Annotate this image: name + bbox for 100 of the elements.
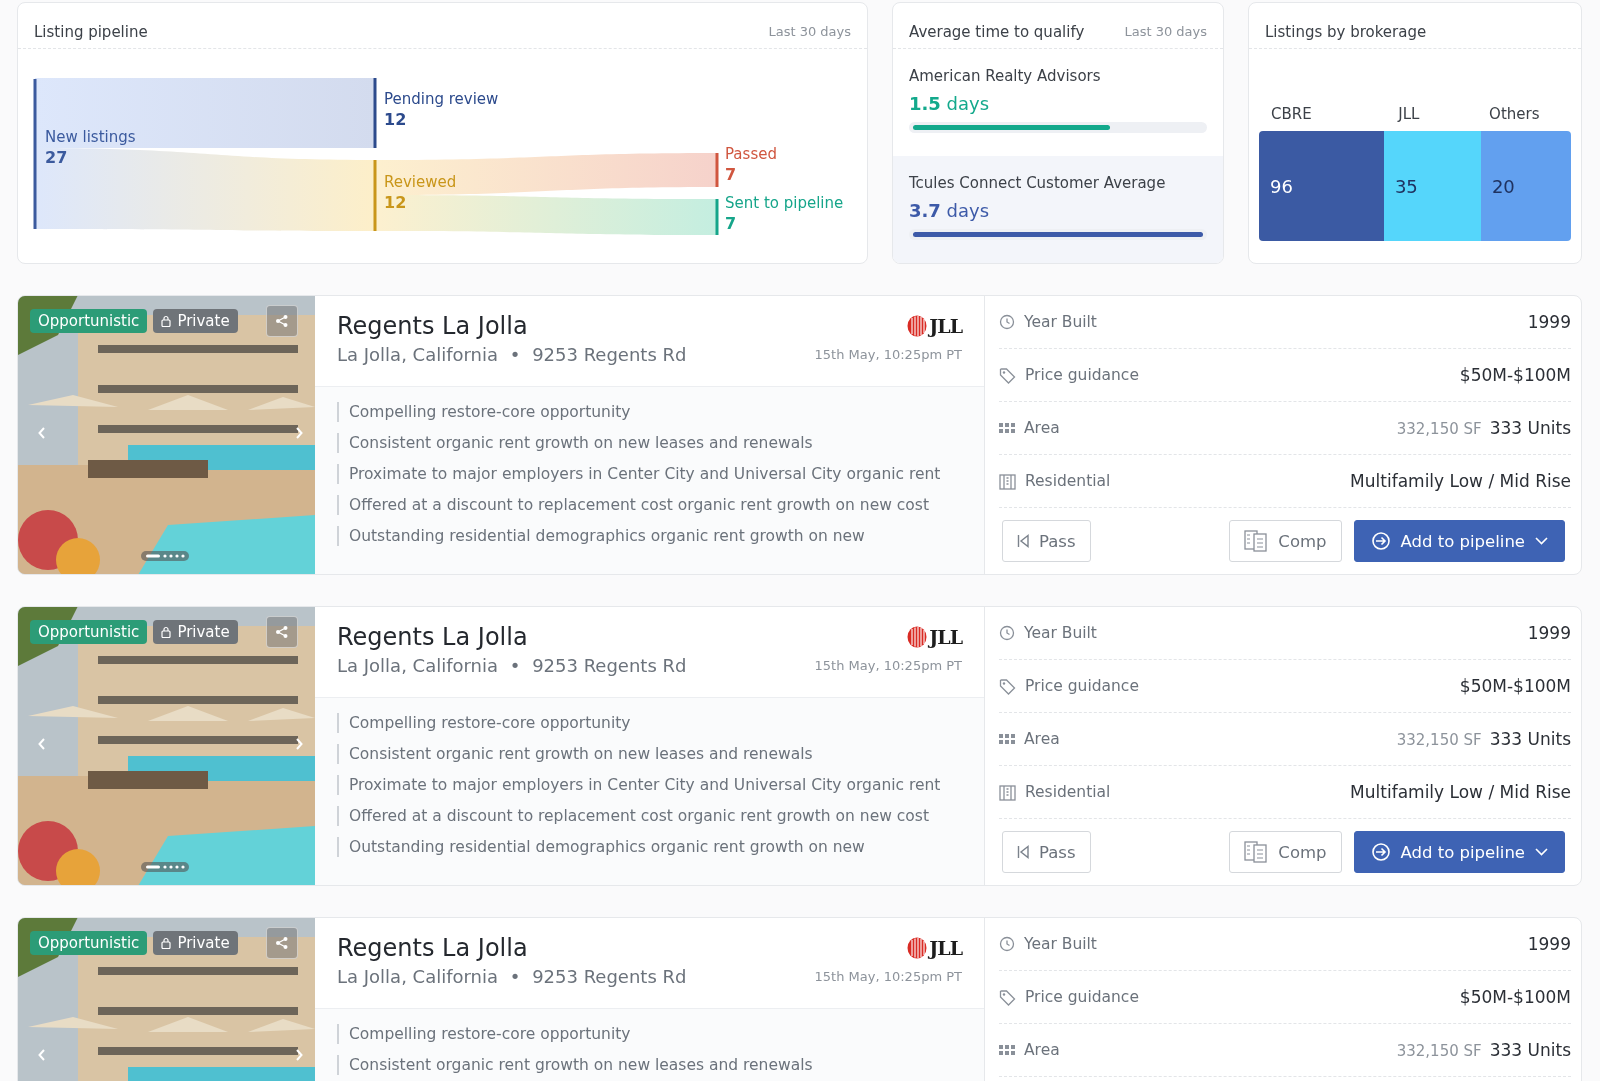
spec-secondary-value: 332,150 SF xyxy=(1396,420,1482,438)
spec-label: Area xyxy=(1024,1041,1060,1059)
spec-value: 333 Units xyxy=(1489,418,1571,438)
share-button[interactable] xyxy=(266,305,298,337)
spec-value: $50M-$100M xyxy=(1459,676,1571,696)
node-value: 27 xyxy=(45,148,68,167)
enter-icon xyxy=(1370,531,1391,551)
card-title: Listings by brokerage xyxy=(1265,22,1427,41)
spec-label: Year Built xyxy=(1024,935,1097,953)
qualify-name: Tcules Connect Customer Average xyxy=(909,174,1167,192)
comp-button[interactable]: Comp xyxy=(1229,520,1342,562)
grid-icon xyxy=(999,1045,1015,1055)
private-label: Private xyxy=(177,934,230,952)
comp-button[interactable]: Comp xyxy=(1229,831,1342,873)
highlight-item: Compelling restore-core opportunity xyxy=(337,1024,962,1044)
spec-label: Price guidance xyxy=(1025,366,1139,384)
listing-title: Regents La Jolla xyxy=(337,623,528,651)
spec-value: Multifamily Low / Mid Rise xyxy=(1350,471,1571,491)
spec-label: Area xyxy=(1024,419,1060,437)
node-value: 7 xyxy=(725,165,737,184)
highlight-item: Offered at a discount to replacement cost organic rent growth on new cost xyxy=(337,495,962,515)
listing-location: La Jolla, California • 9253 Regents Rd xyxy=(337,344,687,365)
listing-date: 15th May, 10:25pm PT xyxy=(814,658,962,673)
period-label: Last 30 days xyxy=(1124,24,1207,39)
highlight-item: Consistent organic rent growth on new leases and renewals xyxy=(337,433,962,453)
tag-icon xyxy=(999,677,1016,695)
chevron-down-icon xyxy=(1535,848,1548,856)
node-value: 7 xyxy=(725,214,737,233)
building-icon xyxy=(999,783,1016,801)
spec-value: 333 Units xyxy=(1489,1040,1571,1060)
node-label: New listings xyxy=(45,128,136,146)
logo-mark-icon xyxy=(907,937,928,959)
lock-icon xyxy=(161,937,172,949)
clock-icon xyxy=(999,314,1015,330)
clock-icon xyxy=(999,936,1015,952)
node-label: Pending review xyxy=(384,90,499,108)
brokerage-label: Others xyxy=(1489,105,1541,123)
listing-date: 15th May, 10:25pm PT xyxy=(814,969,962,984)
logo-mark-icon xyxy=(907,626,928,648)
listing-location: La Jolla, California • 9253 Regents Rd xyxy=(337,655,687,676)
spec-label: Year Built xyxy=(1024,624,1097,642)
private-label: Private xyxy=(177,623,230,641)
brokerage-segment: 96 xyxy=(1259,131,1384,241)
spec-value: Multifamily Low / Mid Rise xyxy=(1350,782,1571,802)
skip-back-icon xyxy=(1017,845,1029,859)
qualify-value: 1.5 days xyxy=(909,93,991,114)
spec-secondary-value: 332,150 SF xyxy=(1396,731,1482,749)
chevron-down-icon xyxy=(1535,537,1548,545)
lock-icon xyxy=(161,315,172,327)
pass-button[interactable]: Pass xyxy=(1002,520,1091,562)
pager-dots-icon[interactable] xyxy=(141,862,189,872)
node-value: 12 xyxy=(384,193,407,212)
private-label: Private xyxy=(177,312,230,330)
brokerage-label: JLL xyxy=(1398,105,1421,123)
pager-dots-icon[interactable] xyxy=(141,551,189,561)
document-icon xyxy=(1244,530,1269,552)
grid-icon xyxy=(999,734,1015,744)
document-icon xyxy=(1244,841,1269,863)
highlight-item: Consistent organic rent growth on new leases and renewals xyxy=(337,744,962,764)
spec-secondary-value: 332,150 SF xyxy=(1396,1042,1482,1060)
add-to-pipeline-button[interactable]: Add to pipeline xyxy=(1353,520,1565,562)
node-label: Reviewed xyxy=(384,173,457,191)
highlight-item: Compelling restore-core opportunity xyxy=(337,713,962,733)
add-to-pipeline-button[interactable]: Add to pipeline xyxy=(1353,831,1565,873)
highlight-item: Outstanding residential demographics organic rent growth on new xyxy=(337,837,962,857)
highlight-item: Offered at a discount to replacement cost organic rent growth on new cost xyxy=(337,806,962,826)
highlight-item: Outstanding residential demographics organic rent growth on new xyxy=(337,526,962,546)
strategy-badge: Opportunistic xyxy=(30,309,148,333)
node-label: Sent to pipeline xyxy=(725,194,844,212)
logo-text: JLL xyxy=(929,937,962,959)
node-value: 12 xyxy=(384,110,407,129)
brokerage-segment: 35 xyxy=(1383,131,1481,241)
logo-text: JLL xyxy=(929,626,962,648)
spec-value: 1999 xyxy=(1527,312,1571,332)
share-button[interactable] xyxy=(266,616,298,648)
spec-label: Price guidance xyxy=(1025,988,1139,1006)
spec-value: $50M-$100M xyxy=(1459,365,1571,385)
spec-value: 333 Units xyxy=(1489,729,1571,749)
highlight-item: Compelling restore-core opportunity xyxy=(337,402,962,422)
listing-date: 15th May, 10:25pm PT xyxy=(814,347,962,362)
share-icon xyxy=(275,314,289,328)
share-icon xyxy=(275,625,289,639)
spec-label: Residential xyxy=(1025,783,1111,801)
skip-back-icon xyxy=(1017,534,1029,548)
highlight-item: Consistent organic rent growth on new leases and renewals xyxy=(337,1055,962,1075)
grid-icon xyxy=(999,423,1015,433)
pass-button[interactable]: Pass xyxy=(1002,831,1091,873)
lock-icon xyxy=(161,626,172,638)
brokerage-label: CBRE xyxy=(1271,105,1313,123)
strategy-badge: Opportunistic xyxy=(30,620,148,644)
brokerage-segment: 20 xyxy=(1480,131,1571,241)
node-label: Passed xyxy=(725,145,777,163)
clock-icon xyxy=(999,625,1015,641)
share-button[interactable] xyxy=(266,927,298,959)
share-icon xyxy=(275,936,289,950)
period-label: Last 30 days xyxy=(768,24,851,39)
spec-label: Price guidance xyxy=(1025,677,1139,695)
strategy-badge: Opportunistic xyxy=(30,931,148,955)
highlight-item: Proximate to major employers in Center City and Universal City organic rent xyxy=(337,464,962,484)
spec-label: Residential xyxy=(1025,472,1111,490)
